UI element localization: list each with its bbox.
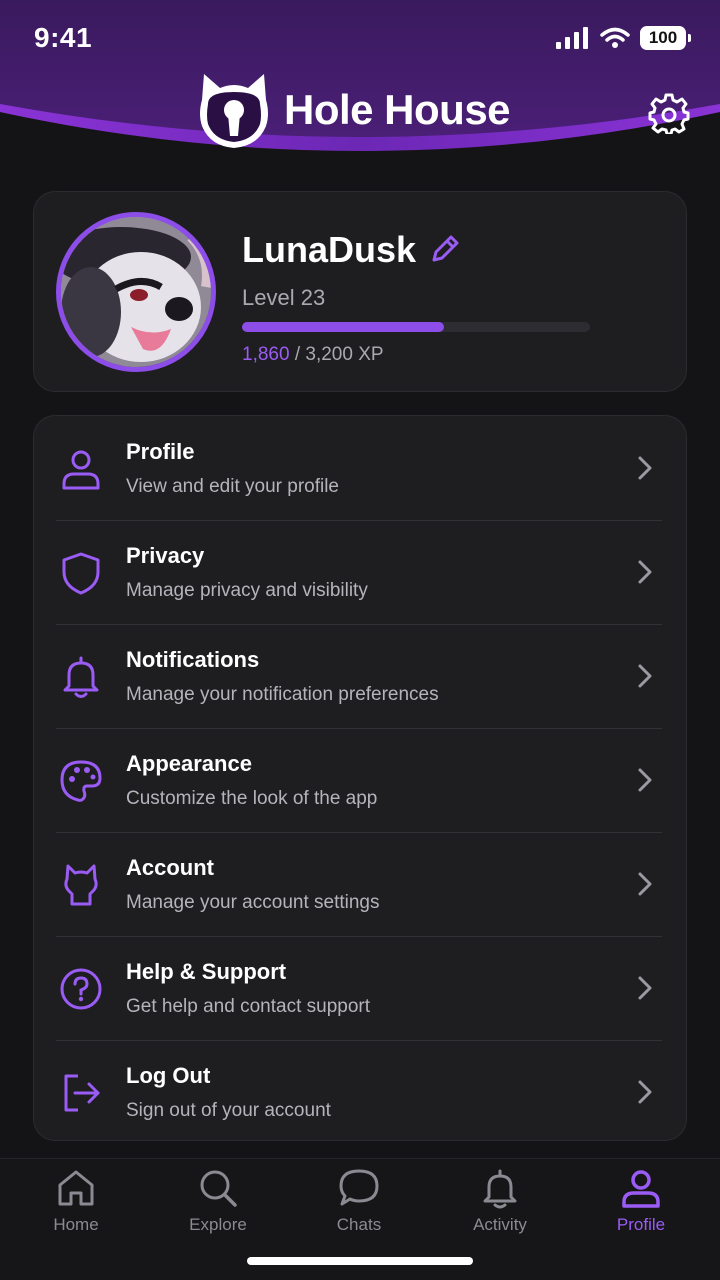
tab-home[interactable]: Home [16, 1167, 136, 1247]
status-time: 9:41 [34, 22, 93, 53]
battery-level: 100 [648, 28, 678, 47]
pencil-icon [432, 235, 459, 262]
wifi-icon [600, 27, 630, 48]
home-indicator [247, 1257, 473, 1265]
app-title: Hole House [284, 86, 511, 133]
chevron-right-icon [638, 976, 652, 1000]
settings-menu: Profile View and edit your profile Priva… [33, 415, 687, 1141]
palette-icon [60, 760, 102, 802]
profile-card: LunaDusk Level 23 1,860 / 3,200 XP [33, 191, 687, 392]
menu-item-title: Account [126, 855, 214, 880]
menu-item-title: Profile [126, 439, 195, 464]
tab-profile[interactable]: Profile [581, 1167, 701, 1247]
settings-button[interactable] [646, 90, 692, 136]
chevron-right-icon [638, 560, 652, 584]
tab-label: Home [53, 1215, 99, 1234]
user-level: Level 23 [242, 285, 326, 310]
bell-icon [63, 656, 99, 698]
chevron-right-icon [638, 872, 652, 896]
tab-explore[interactable]: Explore [158, 1167, 278, 1247]
menu-item-subtitle: Manage privacy and visibility [126, 580, 368, 601]
menu-item-log-out[interactable]: Log Out Sign out of your account [34, 1040, 686, 1140]
menu-item-subtitle: Customize the look of the app [126, 788, 378, 809]
menu-item-title: Log Out [126, 1063, 211, 1088]
logout-icon [64, 1074, 100, 1112]
bell-icon [483, 1169, 517, 1209]
app-brand: Hole House [196, 70, 511, 150]
tab-chats[interactable]: Chats [299, 1167, 419, 1247]
xp-progress-bar [242, 322, 590, 332]
app-header: 9:41 100 Hole House [0, 0, 720, 170]
xp-progress-fill [242, 322, 444, 332]
cellular-signal-icon [556, 27, 588, 49]
tab-label: Chats [336, 1215, 382, 1234]
edit-profile-button[interactable] [428, 232, 462, 266]
menu-item-subtitle: Manage your account settings [126, 892, 380, 913]
help-circle-icon [60, 968, 102, 1010]
shield-icon [62, 552, 100, 595]
tab-label: Activity [473, 1215, 527, 1234]
avatar-image [61, 217, 211, 367]
xp-total: / 3,200 XP [289, 344, 384, 365]
status-icons: 100 [556, 26, 691, 50]
cat-head-icon [64, 864, 98, 906]
search-icon [200, 1170, 237, 1207]
chat-bubble-icon [339, 1169, 379, 1206]
chevron-right-icon [638, 664, 652, 688]
menu-item-title: Notifications [126, 647, 260, 672]
menu-item-subtitle: Manage your notification preferences [126, 684, 439, 705]
menu-item-privacy[interactable]: Privacy Manage privacy and visibility [34, 520, 686, 624]
status-bar: 9:41 100 [0, 0, 720, 78]
chevron-right-icon [638, 456, 652, 480]
menu-item-subtitle: Sign out of your account [126, 1100, 331, 1121]
menu-item-subtitle: Get help and contact support [126, 996, 370, 1017]
username: LunaDusk [242, 229, 417, 270]
avatar[interactable] [56, 212, 216, 372]
menu-item-title: Privacy [126, 543, 205, 568]
menu-item-title: Appearance [126, 751, 252, 776]
xp-readout: 1,860 / 3,200 XP [242, 344, 384, 366]
battery-icon: 100 [640, 26, 691, 50]
menu-item-account[interactable]: Account Manage your account settings [34, 832, 686, 936]
menu-item-appearance[interactable]: Appearance Customize the look of the app [34, 728, 686, 832]
tab-label: Profile [616, 1215, 666, 1234]
menu-item-help-support[interactable]: Help & Support Get help and contact supp… [34, 936, 686, 1040]
app-logo-icon [200, 74, 268, 148]
tab-label: Explore [189, 1215, 247, 1234]
user-icon [62, 450, 100, 490]
home-icon [58, 1170, 94, 1206]
gear-icon [648, 93, 690, 134]
menu-item-subtitle: View and edit your profile [126, 476, 339, 497]
menu-item-notifications[interactable]: Notifications Manage your notification p… [34, 624, 686, 728]
menu-item-profile[interactable]: Profile View and edit your profile [34, 416, 686, 520]
xp-current: 1,860 [242, 344, 290, 365]
chevron-right-icon [638, 768, 652, 792]
chevron-right-icon [638, 1080, 652, 1104]
menu-item-title: Help & Support [126, 959, 287, 984]
user-icon [622, 1170, 660, 1208]
tab-activity[interactable]: Activity [440, 1167, 560, 1247]
